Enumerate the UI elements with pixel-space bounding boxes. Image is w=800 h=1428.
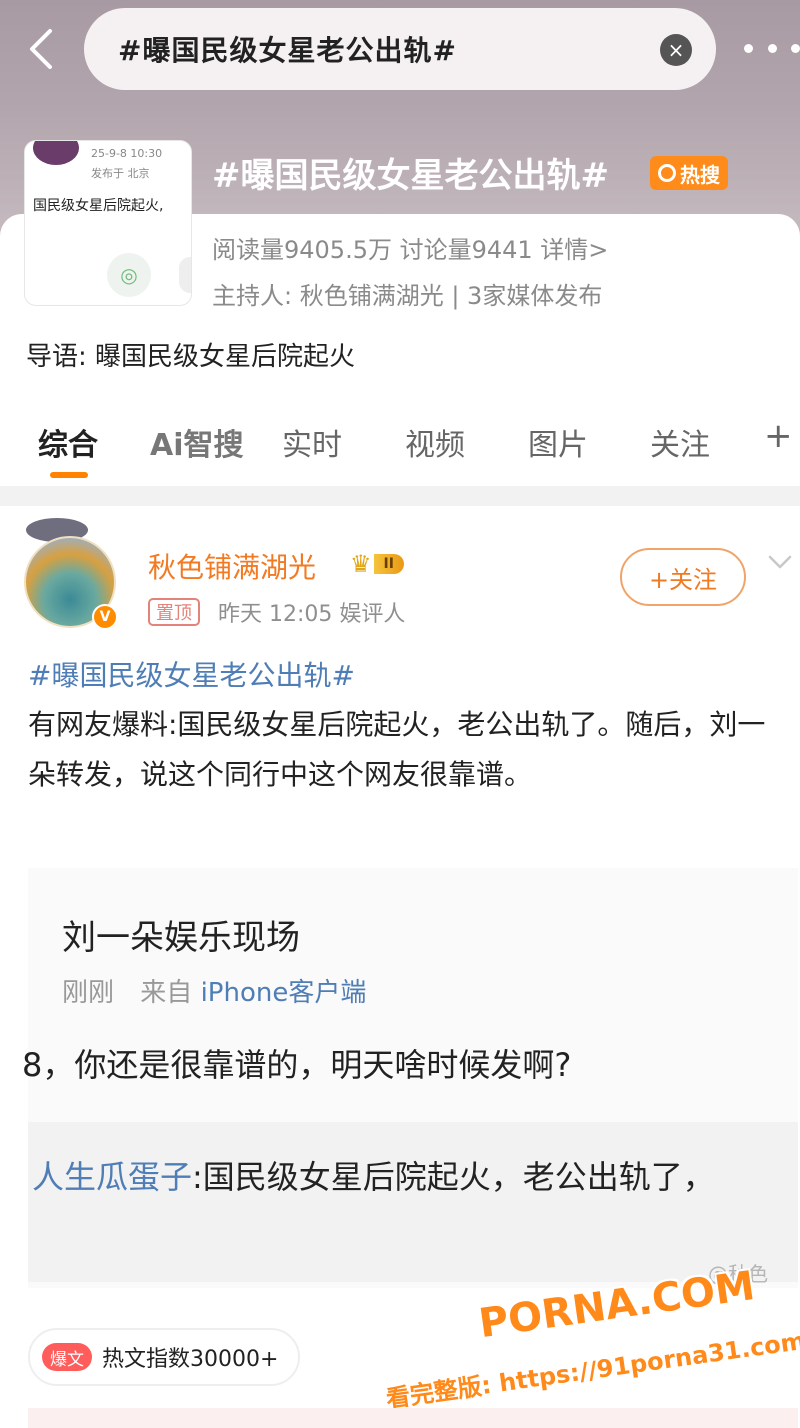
member-level: II	[373, 554, 404, 574]
topic-guide: 导语: 曝国民级女星后院起火	[26, 342, 356, 372]
fire-icon	[658, 164, 676, 182]
screenshot-quote-name: 人生瓜蛋子	[32, 1158, 193, 1196]
post-body: 有网友爆料:国民级女星后院起火，老公出轨了。随后，刘一朵转发，说这个同行中这个网…	[28, 708, 766, 791]
thumbnail-time: 25-9-8 10:30	[91, 147, 163, 160]
hot-post-index-text: 热文指数30000+	[102, 1347, 279, 1372]
post-meta: 昨天 12:05 娱评人	[218, 602, 406, 627]
next-post-preview	[28, 1408, 798, 1428]
section-divider	[0, 486, 800, 506]
hot-search-badge: 热搜	[650, 156, 728, 190]
tab-images[interactable]: 图片	[528, 420, 588, 464]
search-input[interactable]: #曝国民级女星老公出轨# ×	[84, 8, 716, 90]
tab-following[interactable]: 关注	[650, 420, 710, 464]
crown-icon: ♛	[350, 550, 372, 578]
thumbnail-edge	[179, 257, 191, 293]
screenshot-meta: 刚刚 来自 iPhone客户端	[62, 972, 366, 1009]
topic-host[interactable]: 主持人: 秋色铺满湖光 | 3家媒体发布	[212, 276, 602, 311]
thumbnail-avatar	[33, 141, 79, 165]
hot-badge-label: 热搜	[680, 162, 720, 187]
tab-comprehensive[interactable]: 综合	[38, 420, 98, 464]
screenshot-quote: 人生瓜蛋子:国民级女星后院起火，老公出轨了，	[28, 1122, 798, 1282]
screenshot-reply: 8，你还是很靠谱的，明天啥时候发啊?	[22, 1046, 572, 1084]
clear-icon[interactable]: ×	[660, 34, 692, 66]
screenshot-from: 来自	[140, 978, 193, 1008]
screenshot-time: 刚刚	[62, 978, 115, 1008]
member-badge: ♛ II	[350, 548, 428, 580]
chevron-down-icon[interactable]	[766, 548, 794, 576]
topic-title: #曝国民级女星老公出轨#	[212, 156, 609, 196]
tab-video[interactable]: 视频	[405, 420, 465, 464]
active-tab-indicator	[50, 472, 88, 478]
screenshot-quote-body: :国民级女星后院起火，老公出轨了，	[192, 1158, 715, 1196]
thumbnail-text: 国民级女星后院起火,	[33, 198, 164, 214]
chevron-left-icon	[30, 29, 52, 69]
tab-realtime[interactable]: 实时	[282, 420, 342, 464]
hot-post-pill: 爆文	[42, 1343, 92, 1371]
post-hashtag[interactable]: #曝国民级女星老公出轨#	[28, 654, 355, 694]
thumbnail-location: 发布于 北京	[91, 167, 150, 180]
dot-icon	[744, 43, 753, 53]
screenshot-source: iPhone客户端	[200, 978, 367, 1008]
screenshot-author: 刘一朵娱乐现场	[62, 918, 300, 958]
more-options-button[interactable]	[744, 30, 800, 66]
tab-bar: 综合 Ai智搜 实时 视频 图片 关注 +	[0, 408, 800, 478]
back-button[interactable]	[18, 24, 62, 74]
verified-icon: V	[92, 604, 118, 630]
pinned-tag: 置顶	[148, 598, 200, 626]
add-tab-button[interactable]: +	[764, 416, 793, 456]
dot-icon	[791, 43, 800, 53]
wechat-icon: ◎	[107, 253, 151, 297]
topic-thumbnail[interactable]: 25-9-8 10:30 发布于 北京 国民级女星后院起火, ◎	[24, 140, 192, 306]
search-query-text: #曝国民级女星老公出轨#	[118, 34, 457, 67]
follow-button[interactable]: +关注	[620, 548, 746, 606]
hot-post-index[interactable]: 爆文 热文指数30000+	[28, 1328, 301, 1386]
tab-ai-search[interactable]: Ai智搜	[150, 420, 244, 464]
author-name[interactable]: 秋色铺满湖光	[148, 546, 316, 586]
dot-icon	[767, 43, 777, 53]
site-watermark-url: 看完整版: https://91porna31.com	[384, 1326, 800, 1414]
screenshot-quote-text: 人生瓜蛋子:国民级女星后院起火，老公出轨了，	[32, 1152, 715, 1198]
embedded-screenshot[interactable]: 刘一朵娱乐现场 刚刚 来自 iPhone客户端 8，你还是很靠谱的，明天啥时候发…	[22, 868, 798, 1288]
topic-stats[interactable]: 阅读量9405.5万 讨论量9441 详情>	[212, 230, 608, 265]
